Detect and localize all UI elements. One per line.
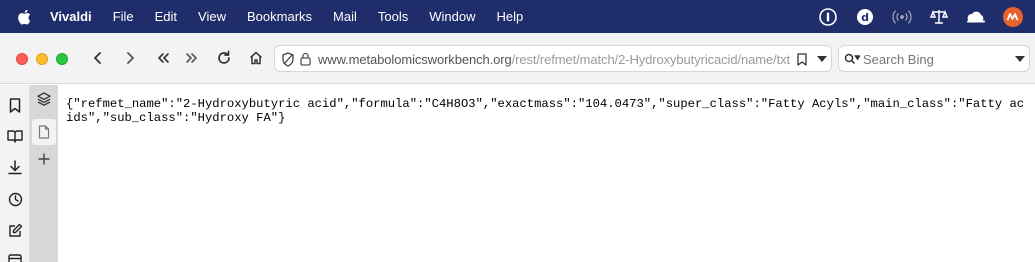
menu-help[interactable]: Help: [496, 9, 523, 24]
dash-icon[interactable]: d: [855, 7, 875, 27]
close-window-button[interactable]: [16, 53, 28, 65]
tracker-blocker-icon[interactable]: [280, 51, 296, 67]
address-bar[interactable]: www.metabolomicsworkbench.org/rest/refme…: [274, 45, 832, 72]
url-path: /rest/refmet/match/2-Hydroxybutyricacid/…: [511, 52, 791, 67]
search-icon[interactable]: [844, 52, 860, 66]
status-tray: d: [801, 0, 1023, 33]
menu-mail[interactable]: Mail: [333, 9, 357, 24]
scale-icon[interactable]: [929, 7, 949, 27]
page-tab-icon[interactable]: [32, 119, 56, 145]
url-text[interactable]: www.metabolomicsworkbench.org/rest/refme…: [318, 52, 790, 67]
cloud-hat-icon[interactable]: [966, 7, 986, 27]
reading-list-icon[interactable]: [5, 126, 25, 146]
home-icon[interactable]: [245, 47, 267, 69]
app-menu-vivaldi[interactable]: Vivaldi: [50, 9, 92, 24]
json-response-text: {"refmet_name":"2-Hydroxybutyric acid","…: [66, 97, 1025, 125]
bookmarks-panel-icon[interactable]: [5, 95, 25, 115]
window-panel-strip: [30, 85, 58, 262]
macos-menu-bar: Vivaldi File Edit View Bookmarks Mail To…: [0, 0, 1035, 33]
notes-icon[interactable]: [5, 220, 25, 240]
menu-edit[interactable]: Edit: [155, 9, 177, 24]
broadcast-icon[interactable]: [892, 7, 912, 27]
fast-forward-icon[interactable]: [181, 47, 203, 69]
onepassword-icon[interactable]: [818, 7, 838, 27]
profile-avatar-icon[interactable]: [1003, 6, 1023, 27]
menu-bookmarks[interactable]: Bookmarks: [247, 9, 312, 24]
downloads-icon[interactable]: [5, 157, 25, 177]
menu-view[interactable]: View: [198, 9, 226, 24]
search-engine-dropdown-icon[interactable]: [1013, 51, 1027, 67]
svg-text:d: d: [861, 11, 869, 24]
bookmark-icon[interactable]: [795, 51, 809, 67]
rewind-icon[interactable]: [152, 47, 174, 69]
minimize-window-button[interactable]: [36, 53, 48, 65]
url-host: www.metabolomicsworkbench.org: [318, 52, 512, 67]
calendar-icon[interactable]: [5, 250, 25, 262]
reload-icon[interactable]: [213, 47, 235, 69]
search-input[interactable]: Search Bing: [863, 52, 934, 67]
menu-file[interactable]: File: [113, 9, 134, 24]
lock-icon[interactable]: [298, 51, 312, 67]
chevron-down-icon[interactable]: [815, 51, 829, 67]
menu-tools[interactable]: Tools: [378, 9, 408, 24]
forward-icon[interactable]: [119, 47, 141, 69]
back-icon[interactable]: [87, 47, 109, 69]
zoom-window-button[interactable]: [56, 53, 68, 65]
side-panel: [0, 85, 30, 262]
apple-icon[interactable]: [16, 9, 32, 25]
browser-toolbar: www.metabolomicsworkbench.org/rest/refme…: [0, 33, 1035, 84]
layers-icon[interactable]: [34, 89, 54, 109]
history-icon[interactable]: [5, 189, 25, 209]
search-bar[interactable]: Search Bing: [838, 45, 1030, 72]
menu-window[interactable]: Window: [429, 9, 475, 24]
add-tab-icon[interactable]: [34, 149, 54, 169]
